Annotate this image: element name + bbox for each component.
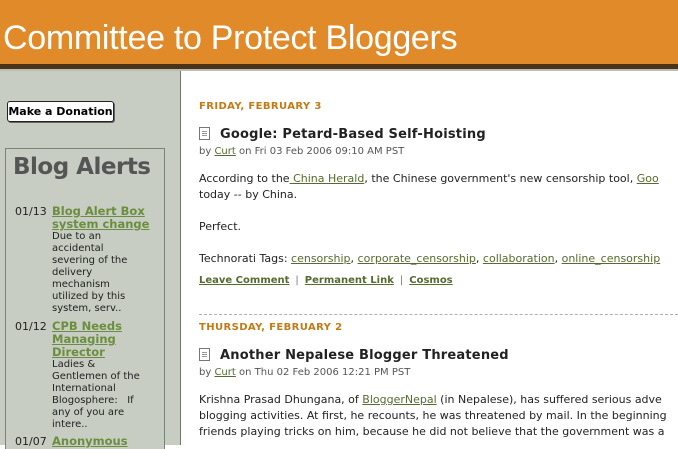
post-body-line: Perfect.: [199, 220, 242, 233]
tag-link[interactable]: corporate_censorship: [358, 252, 476, 265]
post-document-icon: [199, 348, 210, 361]
author-link[interactable]: Curt: [214, 367, 235, 378]
date-heading: THURSDAY, FEBRUARY 2: [199, 322, 343, 333]
body-text: Krishna Prasad Dhungana, of: [199, 393, 359, 406]
alert-link[interactable]: Anonymous: [52, 435, 156, 448]
alert-desc-line: Ladies &: [52, 359, 96, 370]
site-header: Committee to Protect Bloggers: [0, 0, 678, 64]
post-title[interactable]: Google: Petard-Based Self-Hoisting: [220, 127, 486, 142]
body-text: , the Chinese government's new censorshi…: [364, 172, 634, 185]
alert-description: Ladies & Gentlemen of the International …: [52, 359, 156, 431]
alert-desc-line: utilized by this: [52, 291, 126, 302]
tag-link[interactable]: censorship: [291, 252, 351, 265]
separator: |: [399, 275, 404, 286]
date-heading: FRIDAY, FEBRUARY 3: [199, 101, 322, 112]
alert-desc-line: system, serv..: [52, 303, 122, 314]
post-document-icon: [199, 127, 210, 140]
byline-prefix: by: [199, 367, 212, 378]
china-herald-link[interactable]: China Herald: [290, 172, 364, 185]
leave-comment-link[interactable]: Leave Comment: [199, 275, 289, 286]
site-title: Committee to Protect Bloggers: [3, 19, 458, 57]
tag-link[interactable]: online_censorship: [562, 252, 661, 265]
bloggernepal-link[interactable]: BloggerNepal: [362, 393, 436, 406]
alert-link-line[interactable]: Director: [52, 346, 156, 359]
post-timestamp: on Thu 02 Feb 2006 12:21 PM PST: [239, 367, 411, 378]
alert-desc-line: Due to an: [52, 231, 102, 242]
alert-desc-line: accidental: [52, 243, 104, 254]
alert-desc-line: International: [52, 383, 116, 394]
tag-link[interactable]: collaboration: [483, 252, 555, 265]
post-title[interactable]: Another Nepalese Blogger Threatened: [220, 348, 509, 363]
alert-date: 01/12: [15, 320, 47, 333]
alert-link-line[interactable]: Anonymous: [52, 435, 156, 448]
separator: |: [295, 275, 299, 286]
alert-desc-line: intere..: [52, 419, 88, 430]
byline-prefix: by: [199, 146, 212, 157]
permanent-link[interactable]: Permanent Link: [305, 275, 394, 286]
blog-alerts-title: Blog Alerts: [13, 154, 151, 180]
main-content: FRIDAY, FEBRUARY 3 Google: Petard-Based …: [181, 71, 678, 445]
post-actions: Leave Comment | Permanent Link | Cosmos: [199, 275, 453, 286]
post-body-line: According to the China Herald, the Chine…: [199, 171, 659, 187]
body-link[interactable]: Goo: [637, 172, 659, 185]
alert-date: 01/13: [15, 205, 47, 218]
post-byline: by Curt on Fri 03 Feb 2006 09:10 AM PST: [199, 146, 404, 157]
post-divider: [199, 314, 678, 315]
alert-desc-line: Gentlemen of the: [52, 371, 140, 382]
cosmos-link[interactable]: Cosmos: [409, 275, 452, 286]
alert-desc-line: any of you are: [52, 407, 125, 418]
body-text: (in Nepalese), has suffered serious adve: [440, 393, 662, 406]
technorati-tags: Technorati Tags: censorship, corporate_c…: [199, 252, 661, 265]
alert-description: Due to an accidental severing of the del…: [52, 231, 156, 315]
post-body-line: Krishna Prasad Dhungana, of BloggerNepal…: [199, 392, 662, 408]
post-timestamp: on Fri 03 Feb 2006 09:10 AM PST: [239, 146, 405, 157]
tags-label: Technorati Tags:: [199, 252, 288, 265]
body-text: According to the: [199, 172, 290, 185]
alert-date: 01/07: [15, 435, 47, 448]
alert-desc-line: mechanism: [52, 279, 110, 290]
post-body-line: today -- by China.: [199, 188, 298, 201]
post-body-line: blogging activities. At first, he recoun…: [199, 409, 667, 422]
alert-desc-line: severing of the: [52, 255, 128, 266]
post-byline: by Curt on Thu 02 Feb 2006 12:21 PM PST: [199, 367, 410, 378]
post-body-line: friends playing tricks on him, because h…: [199, 425, 665, 438]
alert-desc-line: delivery: [52, 267, 93, 278]
donate-button[interactable]: Make a Donation: [7, 101, 114, 122]
alert-link[interactable]: CPB Needs Managing Director: [52, 320, 156, 359]
alert-link-line[interactable]: system change: [52, 218, 156, 231]
alert-desc-line: Blogosphere: If: [52, 395, 134, 406]
alert-link[interactable]: Blog Alert Box system change: [52, 205, 156, 231]
blog-alerts-box: Blog Alerts 01/13 Blog Alert Box system …: [5, 148, 165, 449]
author-link[interactable]: Curt: [214, 146, 235, 157]
